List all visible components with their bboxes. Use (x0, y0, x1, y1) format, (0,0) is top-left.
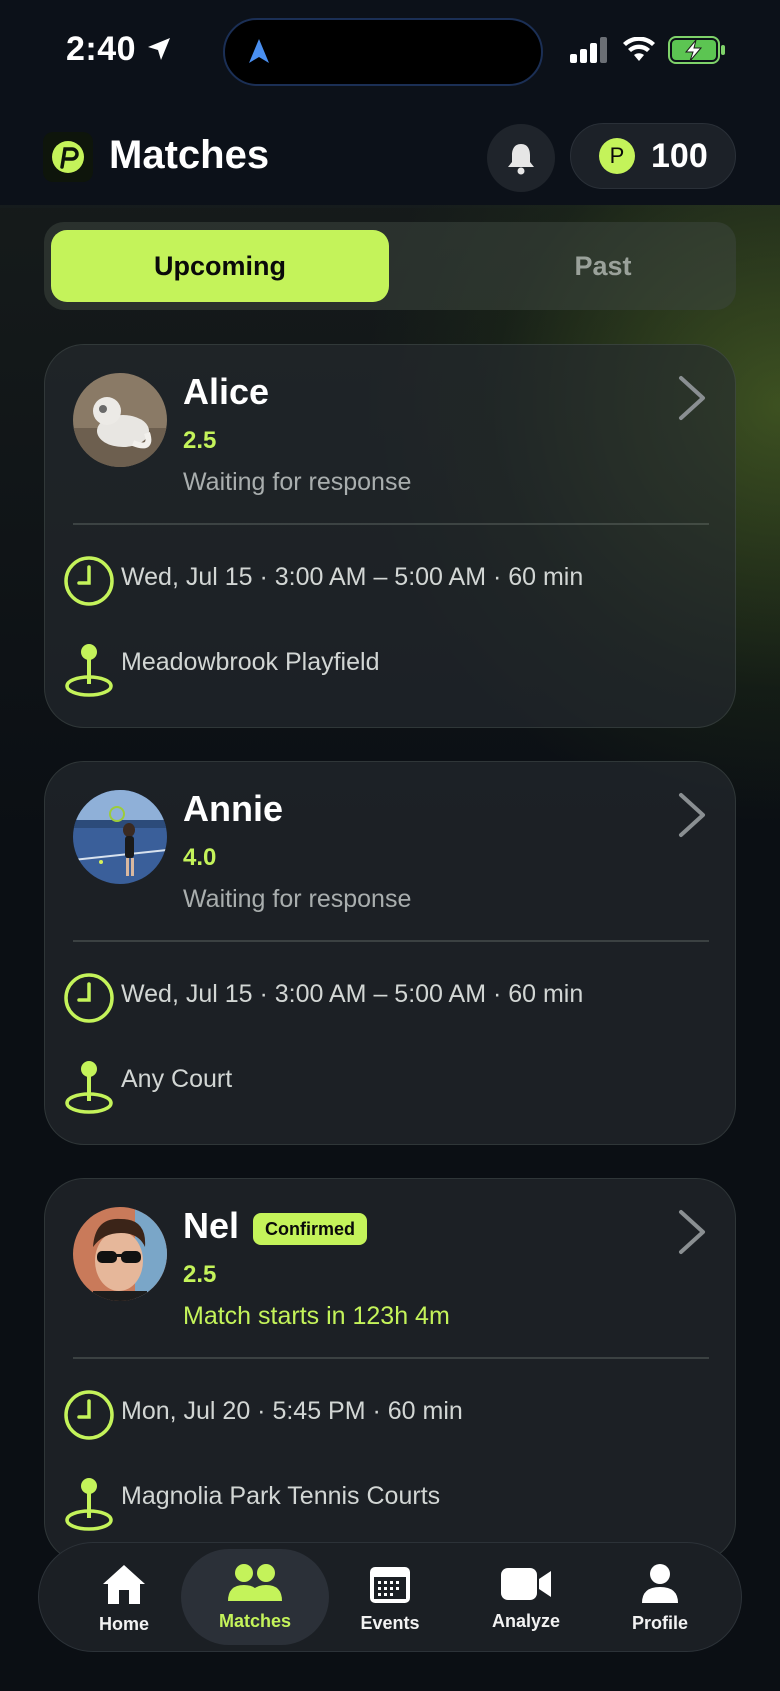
video-icon (501, 1567, 551, 1600)
match-time: Mon, Jul 20 · 5:45 PM · 60 min (121, 1397, 463, 1425)
player-name: Alice (183, 371, 270, 412)
player-rating: 4.0 (183, 844, 217, 871)
chevron-right-icon[interactable] (677, 792, 707, 838)
tab-events[interactable]: Events (325, 1543, 455, 1653)
match-location: Any Court (121, 1065, 233, 1093)
clock-icon (64, 973, 114, 1023)
avatar (73, 790, 167, 884)
status-indicators (570, 36, 726, 64)
location-pin-icon (65, 1061, 113, 1114)
match-card[interactable]: Alice 2.5 Waiting for response Wed, Jul … (44, 344, 736, 728)
points-balance[interactable]: P 100 (570, 123, 736, 189)
notifications-button[interactable] (487, 124, 555, 192)
signal-icon (570, 37, 607, 63)
status-time: 2:40 (66, 30, 137, 68)
wifi-icon (623, 37, 655, 61)
location-pin-icon (65, 1478, 113, 1531)
divider (73, 523, 709, 525)
home-icon (103, 1564, 145, 1604)
navigation-icon (249, 39, 269, 63)
tab-label: Analyze (491, 1610, 561, 1631)
bottom-tab-bar: Home Matches Events Analyze Profile (38, 1542, 742, 1652)
dynamic-island (223, 18, 543, 86)
match-card[interactable]: Nel Confirmed 2.5 Match starts in 123h 4… (44, 1178, 736, 1562)
tab-label: Home (98, 1613, 149, 1634)
chevron-right-icon[interactable] (677, 1209, 707, 1255)
player-rating: 2.5 (183, 1261, 217, 1288)
tab-home[interactable]: Home (59, 1543, 189, 1653)
match-location: Magnolia Park Tennis Courts (121, 1482, 441, 1510)
chevron-right-icon[interactable] (677, 375, 707, 421)
match-status: Waiting for response (183, 885, 412, 913)
person-icon (642, 1563, 678, 1603)
match-location: Meadowbrook Playfield (121, 648, 380, 676)
avatar (73, 1207, 167, 1301)
tab-upcoming[interactable]: Upcoming (51, 230, 389, 302)
clock-icon (64, 556, 114, 606)
tab-past[interactable]: Past (434, 230, 772, 302)
people-icon (228, 1563, 282, 1601)
player-rating: 2.5 (183, 427, 217, 454)
status-badge: Confirmed (253, 1213, 367, 1245)
match-time: Wed, Jul 15 · 3:00 AM – 5:00 AM · 60 min (121, 563, 584, 591)
tab-profile[interactable]: Profile (595, 1543, 725, 1653)
match-filter-segmented-control: Upcoming Past (44, 222, 736, 310)
bell-icon (508, 144, 534, 175)
divider (73, 940, 709, 942)
match-status: Waiting for response (183, 468, 412, 496)
divider (73, 1357, 709, 1359)
tab-analyze[interactable]: Analyze (461, 1543, 591, 1653)
tab-label: Matches (218, 1610, 292, 1631)
calendar-icon (370, 1566, 410, 1603)
location-pin-icon (65, 644, 113, 697)
points-value: 100 (651, 136, 708, 175)
match-status: Match starts in 123h 4m (183, 1302, 450, 1330)
player-name: Annie (183, 788, 284, 829)
page-title: Matches (109, 133, 270, 177)
match-time: Wed, Jul 15 · 3:00 AM – 5:00 AM · 60 min (121, 980, 584, 1008)
battery-charging-icon (668, 36, 725, 64)
location-arrow-icon (148, 38, 170, 60)
match-card[interactable]: Annie 4.0 Waiting for response Wed, Jul … (44, 761, 736, 1145)
player-name: Nel (183, 1205, 240, 1246)
tab-label: Profile (631, 1612, 688, 1633)
logo-icon (52, 141, 84, 173)
avatar (73, 373, 167, 467)
app-logo (43, 132, 93, 182)
points-coin-icon: P (599, 138, 635, 174)
clock-icon (64, 1390, 114, 1440)
tab-matches[interactable]: Matches (181, 1549, 329, 1645)
tab-label: Events (360, 1612, 420, 1633)
